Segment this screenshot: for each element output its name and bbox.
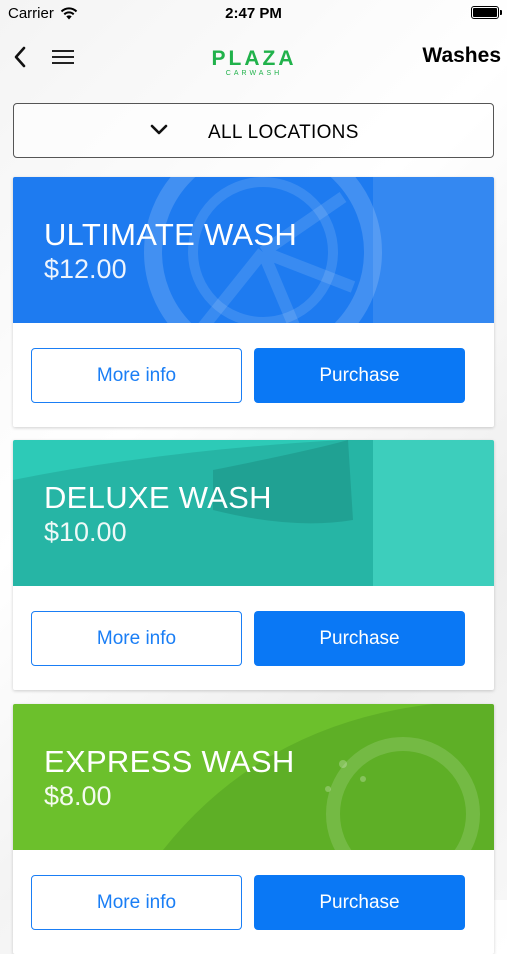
clock: 2:47 PM	[225, 5, 282, 22]
wash-card-express: EXPRESS WASH $8.00 More info Purchase	[13, 704, 494, 954]
nav-bar: PLAZA CARWASH Washes	[0, 30, 507, 86]
purchase-button[interactable]: Purchase	[254, 348, 465, 403]
chevron-down-icon	[150, 124, 168, 135]
wash-banner: ULTIMATE WASH $12.00	[13, 177, 494, 323]
wash-price: $10.00	[44, 517, 127, 547]
wash-banner: DELUXE WASH $10.00	[13, 440, 494, 586]
purchase-button[interactable]: Purchase	[254, 611, 465, 666]
wash-name: DELUXE WASH	[44, 480, 272, 515]
page-title: Washes	[422, 44, 501, 67]
more-info-button[interactable]: More info	[31, 348, 242, 403]
wash-name: EXPRESS WASH	[44, 744, 295, 779]
hamburger-menu-icon[interactable]	[52, 46, 76, 68]
wash-banner: EXPRESS WASH $8.00	[13, 704, 494, 850]
wash-price: $8.00	[44, 781, 112, 811]
logo-text-bottom: CARWASH	[225, 70, 283, 77]
wash-name: ULTIMATE WASH	[44, 217, 298, 252]
wash-price: $12.00	[44, 254, 127, 284]
more-info-button[interactable]: More info	[31, 611, 242, 666]
back-chevron-icon[interactable]	[10, 44, 32, 70]
wash-card-deluxe: DELUXE WASH $10.00 More info Purchase	[13, 440, 494, 690]
status-bar: Carrier 2:47 PM	[0, 0, 507, 28]
wash-card-ultimate: ULTIMATE WASH $12.00 More info Purchase	[13, 177, 494, 427]
logo-text-top: PLAZA	[211, 47, 297, 70]
battery-icon	[471, 6, 502, 19]
location-selector-label: ALL LOCATIONS	[208, 122, 359, 143]
plaza-carwash-logo: PLAZA CARWASH	[200, 48, 308, 78]
more-info-button[interactable]: More info	[31, 875, 242, 930]
location-selector[interactable]: ALL LOCATIONS	[13, 103, 494, 158]
purchase-button[interactable]: Purchase	[254, 875, 465, 930]
